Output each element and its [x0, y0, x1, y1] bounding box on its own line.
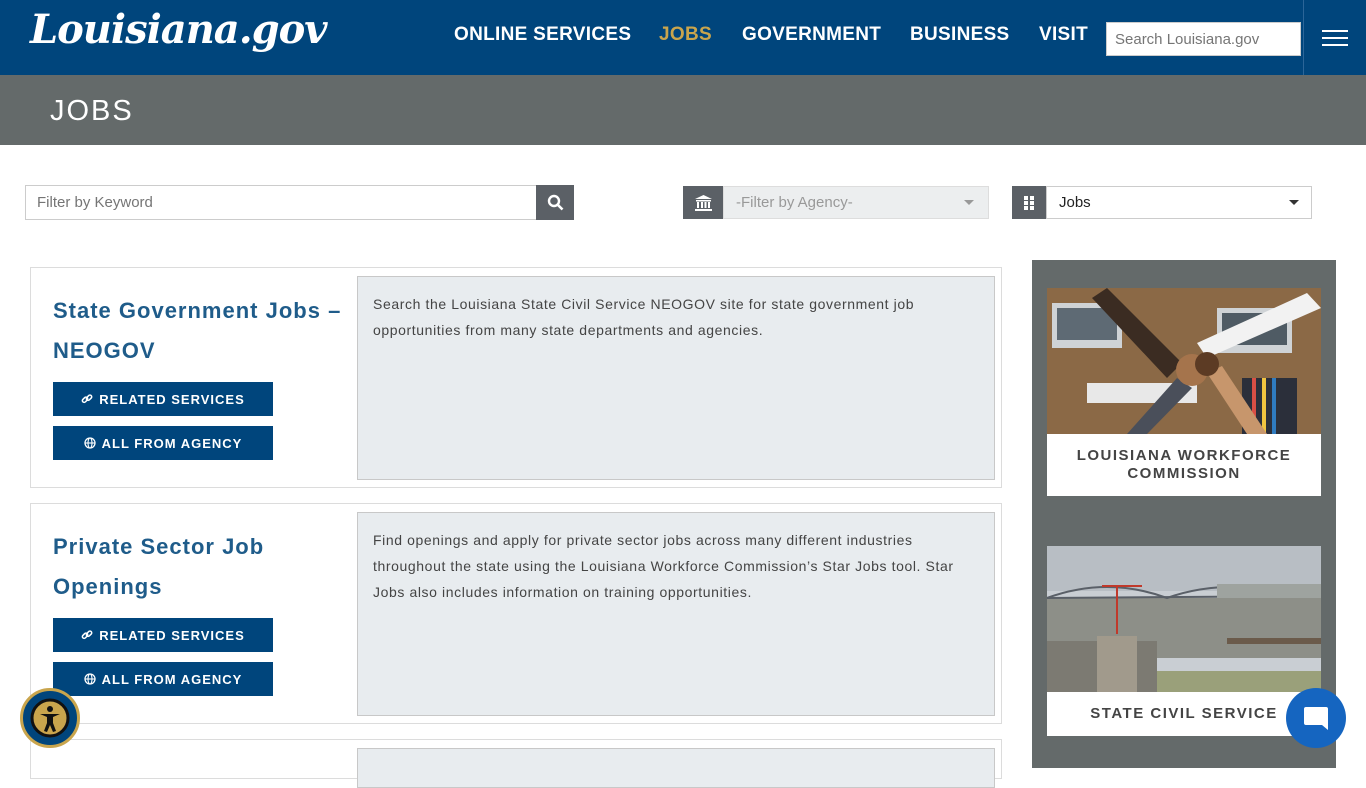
- agency-tile-image: [1047, 546, 1321, 692]
- chevron-down-icon: [964, 200, 974, 205]
- accessibility-icon: [30, 698, 70, 738]
- service-card-description: Find openings and apply for private sect…: [357, 512, 995, 716]
- service-card: State Government Jobs – NEOGOV RELATED S…: [30, 267, 1002, 488]
- all-from-agency-label: ALL FROM AGENCY: [101, 435, 243, 451]
- service-card-description: Search the Louisiana State Civil Service…: [357, 276, 995, 480]
- nav-visit[interactable]: VISIT: [1039, 24, 1088, 46]
- keyword-search-button[interactable]: [536, 185, 574, 220]
- related-services-button[interactable]: RELATED SERVICES: [53, 382, 273, 416]
- site-logo[interactable]: Louisiana.gov: [30, 6, 328, 53]
- agency-sidebar: LOUISIANA WORKFORCE COMMISSION STATE CIV…: [1032, 260, 1336, 768]
- menu-icon[interactable]: [1322, 30, 1348, 48]
- category-filter-select[interactable]: Jobs: [1046, 186, 1312, 219]
- search-icon: [547, 194, 563, 211]
- agency-filter-icon: [683, 186, 723, 219]
- globe-icon: [84, 437, 96, 449]
- grid-icon: [1024, 195, 1034, 210]
- site-header: Louisiana.gov ONLINE SERVICES JOBS GOVER…: [0, 0, 1366, 75]
- agency-tile-image: [1047, 288, 1321, 434]
- service-card-description: [357, 748, 995, 788]
- header-divider: [1303, 0, 1304, 75]
- building-icon: [694, 194, 712, 211]
- related-services-label: RELATED SERVICES: [99, 391, 245, 407]
- service-card-title[interactable]: Private Sector Job Openings: [53, 527, 353, 607]
- category-filter-icon: [1012, 186, 1046, 219]
- all-from-agency-label: ALL FROM AGENCY: [101, 671, 243, 687]
- service-card-title[interactable]: State Government Jobs – NEOGOV: [53, 291, 353, 371]
- category-filter-value: Jobs: [1059, 194, 1091, 211]
- keyword-filter-input[interactable]: [25, 185, 537, 220]
- chevron-down-icon: [1289, 200, 1299, 205]
- service-card: [30, 739, 1002, 788]
- all-from-agency-button[interactable]: ALL FROM AGENCY: [53, 662, 273, 696]
- globe-icon: [84, 673, 96, 685]
- nav-online-services[interactable]: ONLINE SERVICES: [454, 24, 631, 46]
- agency-tile-label: STATE CIVIL SERVICE: [1090, 705, 1278, 722]
- link-icon: [81, 394, 93, 404]
- agency-tile[interactable]: LOUISIANA WORKFORCE COMMISSION: [1047, 288, 1321, 496]
- agency-filter-value: -Filter by Agency-: [736, 194, 853, 211]
- all-from-agency-button[interactable]: ALL FROM AGENCY: [53, 426, 273, 460]
- nav-business[interactable]: BUSINESS: [910, 24, 1010, 46]
- accessibility-button[interactable]: [20, 688, 80, 748]
- page-banner: JOBS: [0, 75, 1366, 145]
- chat-button[interactable]: [1286, 688, 1346, 748]
- nav-government[interactable]: GOVERNMENT: [742, 24, 881, 46]
- agency-filter-select[interactable]: -Filter by Agency-: [723, 186, 989, 219]
- service-card: Private Sector Job Openings RELATED SERV…: [30, 503, 1002, 724]
- related-services-label: RELATED SERVICES: [99, 627, 245, 643]
- agency-tile-label: LOUISIANA WORKFORCE COMMISSION: [1076, 447, 1292, 482]
- link-icon: [81, 630, 93, 640]
- chat-icon: [1304, 707, 1328, 730]
- agency-tile[interactable]: STATE CIVIL SERVICE: [1047, 546, 1321, 736]
- page-title: JOBS: [50, 95, 134, 127]
- site-search-input[interactable]: [1106, 22, 1301, 56]
- nav-jobs[interactable]: JOBS: [659, 24, 712, 46]
- related-services-button[interactable]: RELATED SERVICES: [53, 618, 273, 652]
